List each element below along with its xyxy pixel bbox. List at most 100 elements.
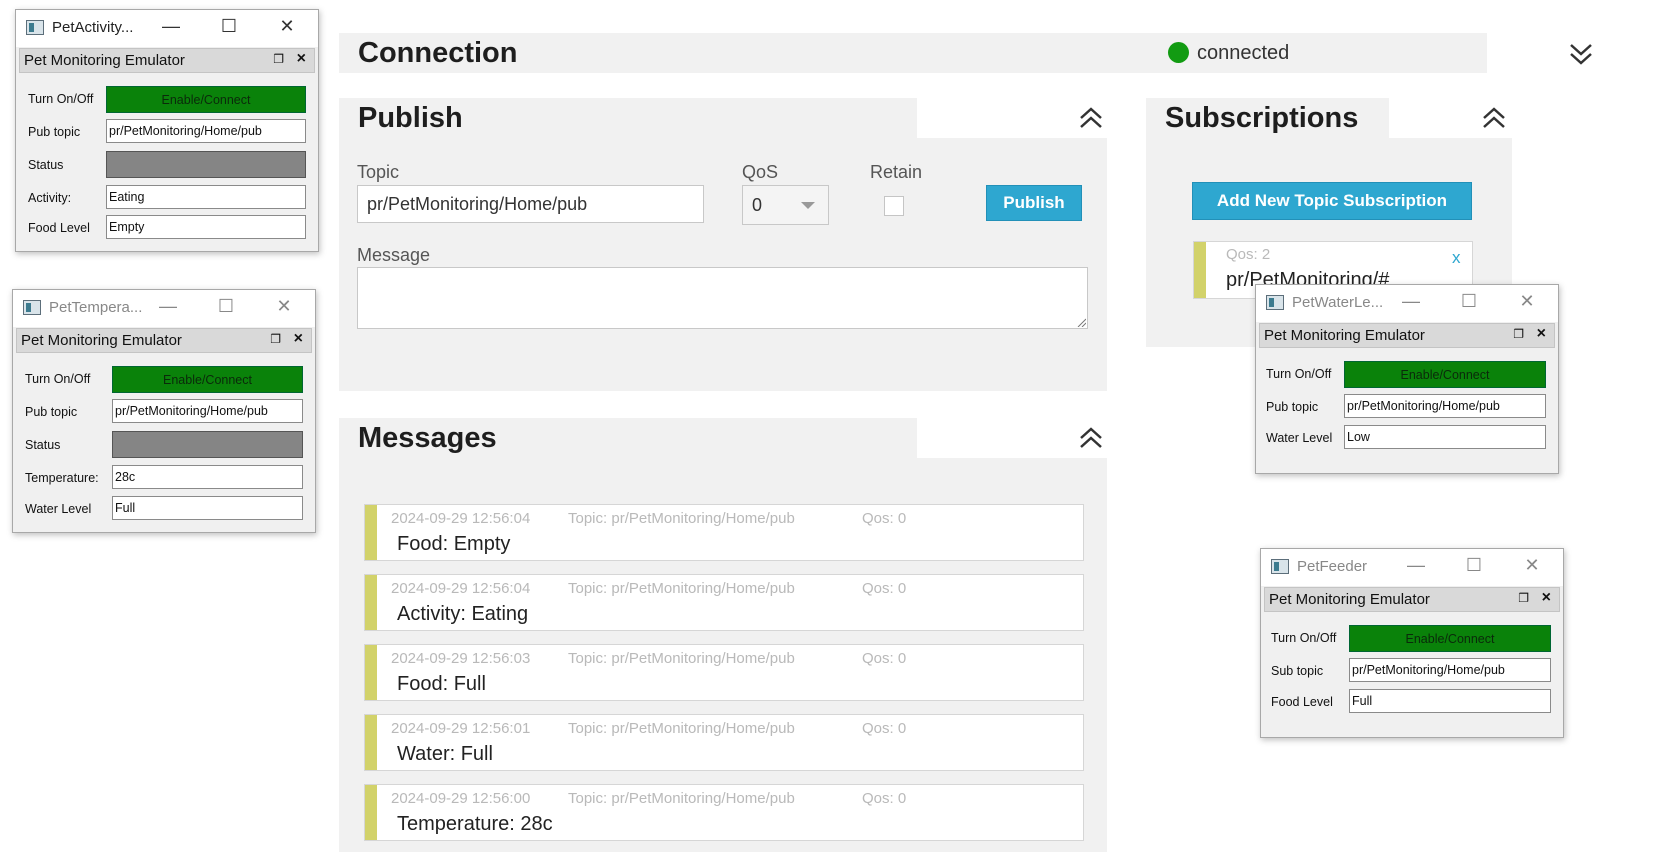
water-level-input[interactable]: Low <box>1344 425 1546 449</box>
message-topic: Topic: pr/PetMonitoring/Home/pub <box>568 510 795 527</box>
activity-input[interactable]: Eating <box>106 185 306 209</box>
double-chevron-up-icon[interactable] <box>1077 104 1105 132</box>
temperature-input[interactable]: 28c <box>112 465 303 489</box>
window-title: PetTempera... <box>49 299 143 316</box>
maximize-icon[interactable]: ☐ <box>1461 555 1487 576</box>
message-textarea[interactable] <box>357 267 1088 329</box>
window-titlebar[interactable]: PetWaterLe... — ☐ ✕ <box>1256 285 1558 322</box>
sub-topic-input[interactable]: pr/PetMonitoring/Home/pub <box>1349 658 1551 682</box>
pub-topic-input[interactable]: pr/PetMonitoring/Home/pub <box>112 399 303 423</box>
food-level-input[interactable]: Empty <box>106 215 306 239</box>
subscriptions-header[interactable]: Subscriptions <box>1146 98 1389 138</box>
app-icon <box>1266 295 1284 310</box>
maximize-icon[interactable]: ☐ <box>213 296 239 317</box>
dock-title-bar: Pet Monitoring Emulator ❐ × <box>16 328 312 353</box>
window-title: PetFeeder <box>1297 558 1368 575</box>
message-timestamp: 2024-09-29 12:56:04 <box>391 580 531 597</box>
double-chevron-down-icon[interactable] <box>1567 40 1595 68</box>
enable-connect-button[interactable]: Enable/Connect <box>1349 625 1551 652</box>
water-level-input[interactable]: Full <box>112 496 303 520</box>
message-timestamp: 2024-09-29 12:56:01 <box>391 720 531 737</box>
subscription-qos: Qos: 2 <box>1226 246 1271 263</box>
status-label: Status <box>28 158 64 172</box>
close-icon[interactable]: ✕ <box>274 16 300 37</box>
dock-close-icon[interactable]: × <box>1542 589 1551 607</box>
float-icon[interactable]: ❐ <box>1518 591 1529 605</box>
pet-activity-window: PetActivity... — ☐ ✕ Pet Monitoring Emul… <box>15 9 319 252</box>
add-subscription-button[interactable]: Add New Topic Subscription <box>1192 182 1472 220</box>
topic-input[interactable]: pr/PetMonitoring/Home/pub <box>357 185 704 223</box>
dock-close-icon[interactable]: × <box>294 330 303 348</box>
messages-header[interactable]: Messages <box>339 418 917 458</box>
topic-label: Topic <box>357 162 400 182</box>
message-body: Food: Full <box>397 673 486 695</box>
app-icon <box>26 20 44 35</box>
connection-header[interactable]: Connection <box>339 33 1487 73</box>
enable-connect-button[interactable]: Enable/Connect <box>1344 361 1546 388</box>
minimize-icon[interactable]: — <box>1398 291 1424 312</box>
maximize-icon[interactable]: ☐ <box>1456 291 1482 312</box>
message-item[interactable]: 2024-09-29 12:56:04 Topic: pr/PetMonitor… <box>364 504 1084 561</box>
activity-label: Activity: <box>28 191 72 205</box>
qos-select[interactable]: 0 <box>742 185 829 225</box>
message-timestamp: 2024-09-29 12:56:03 <box>391 650 531 667</box>
resize-grip-icon[interactable] <box>1077 318 1086 327</box>
status-indicator <box>106 151 306 178</box>
dock-close-icon[interactable]: × <box>297 50 306 68</box>
dock-title-bar: Pet Monitoring Emulator ❐ × <box>19 48 315 73</box>
enable-connect-button[interactable]: Enable/Connect <box>106 86 306 113</box>
message-item[interactable]: 2024-09-29 12:56:01 Topic: pr/PetMonitor… <box>364 714 1084 771</box>
minimize-icon[interactable]: — <box>155 296 181 317</box>
close-icon[interactable]: ✕ <box>1519 555 1545 576</box>
retain-label: Retain <box>870 162 923 182</box>
publish-title: Publish <box>358 101 463 134</box>
pet-temperature-window: PetTempera... — ☐ ✕ Pet Monitoring Emula… <box>12 289 316 533</box>
minimize-icon[interactable]: — <box>1403 555 1429 576</box>
minimize-icon[interactable]: — <box>158 16 184 37</box>
float-icon[interactable]: ❐ <box>273 52 284 66</box>
publish-header[interactable]: Publish <box>339 98 917 138</box>
connection-status: connected <box>1197 42 1290 64</box>
publish-button[interactable]: Publish <box>986 185 1082 221</box>
pub-topic-input[interactable]: pr/PetMonitoring/Home/pub <box>106 119 306 143</box>
message-item[interactable]: 2024-09-29 12:56:00 Topic: pr/PetMonitor… <box>364 784 1084 841</box>
remove-subscription-icon[interactable]: x <box>1452 248 1461 268</box>
message-qos: Qos: 0 <box>862 790 907 807</box>
messages-title: Messages <box>358 421 497 454</box>
turn-label: Turn On/Off <box>25 372 91 386</box>
window-titlebar[interactable]: PetFeeder — ☐ ✕ <box>1261 549 1563 586</box>
pub-topic-label: Pub topic <box>25 405 78 419</box>
message-item[interactable]: 2024-09-29 12:56:03 Topic: pr/PetMonitor… <box>364 644 1084 701</box>
double-chevron-up-icon[interactable] <box>1077 424 1105 452</box>
temperature-label: Temperature: <box>25 471 99 485</box>
message-item[interactable]: 2024-09-29 12:56:04 Topic: pr/PetMonitor… <box>364 574 1084 631</box>
pub-topic-input[interactable]: pr/PetMonitoring/Home/pub <box>1344 394 1546 418</box>
connection-title: Connection <box>358 36 518 69</box>
maximize-icon[interactable]: ☐ <box>216 16 242 37</box>
water-level-label: Water Level <box>1266 431 1333 445</box>
float-icon[interactable]: ❐ <box>1513 327 1524 341</box>
dock-title: Pet Monitoring Emulator <box>24 52 185 69</box>
dock-title: Pet Monitoring Emulator <box>21 332 182 349</box>
message-topic: Topic: pr/PetMonitoring/Home/pub <box>568 720 795 737</box>
double-chevron-up-icon[interactable] <box>1480 104 1508 132</box>
enable-connect-button[interactable]: Enable/Connect <box>112 366 303 393</box>
close-icon[interactable]: ✕ <box>271 296 297 317</box>
water-level-label: Water Level <box>25 502 92 516</box>
close-icon[interactable]: ✕ <box>1514 291 1540 312</box>
float-icon[interactable]: ❐ <box>270 332 281 346</box>
caret-down-icon <box>801 202 815 209</box>
retain-checkbox[interactable] <box>884 196 904 216</box>
sub-topic-label: Sub topic <box>1271 664 1324 678</box>
pub-topic-label: Pub topic <box>1266 400 1319 414</box>
window-titlebar[interactable]: PetActivity... — ☐ ✕ <box>16 10 318 47</box>
window-titlebar[interactable]: PetTempera... — ☐ ✕ <box>13 290 315 327</box>
qos-selected-value: 0 <box>752 194 763 215</box>
dock-close-icon[interactable]: × <box>1537 325 1546 343</box>
food-level-input[interactable]: Full <box>1349 689 1551 713</box>
subscriptions-title: Subscriptions <box>1165 101 1359 134</box>
message-label: Message <box>357 245 431 265</box>
message-timestamp: 2024-09-29 12:56:00 <box>391 790 531 807</box>
message-body: Activity: Eating <box>397 603 529 625</box>
turn-label: Turn On/Off <box>1271 631 1337 645</box>
